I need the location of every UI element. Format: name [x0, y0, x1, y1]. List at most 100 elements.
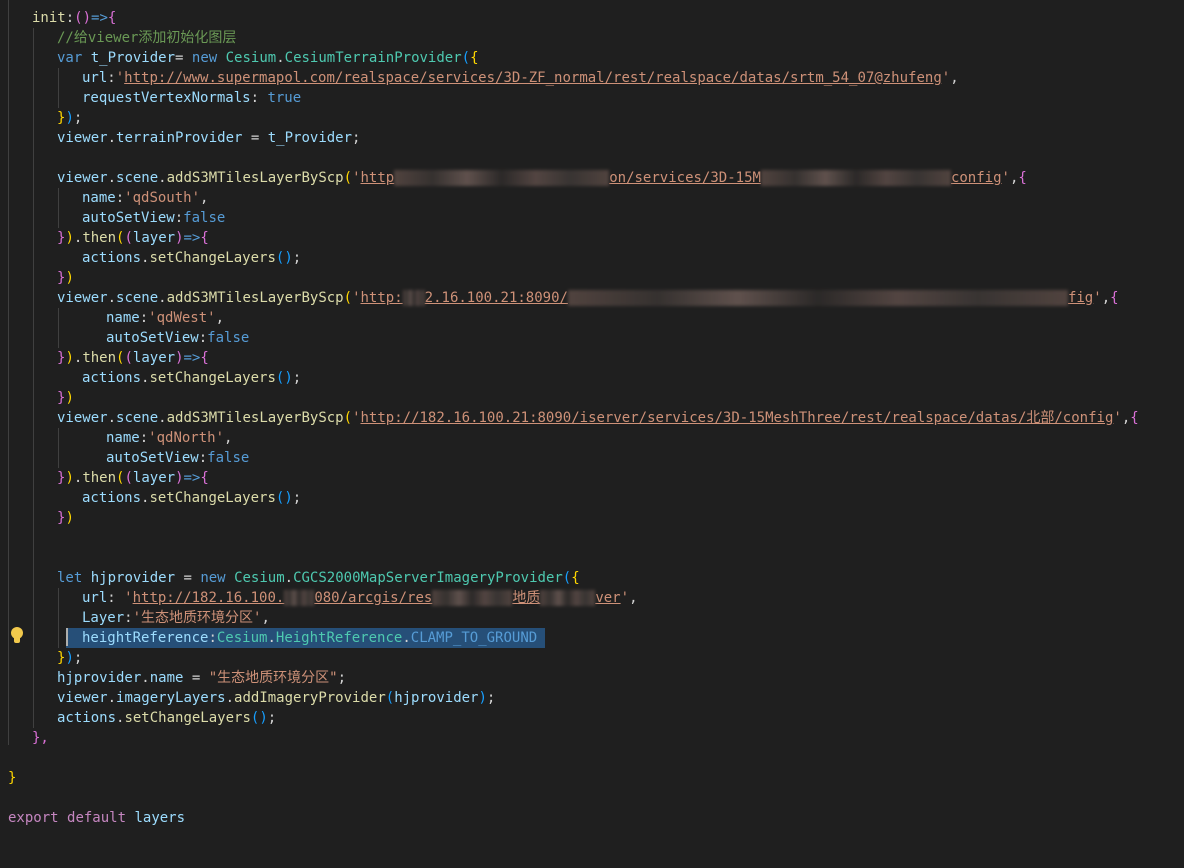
code-token: )	[65, 350, 74, 366]
code-line[interactable]: actions.setChangeLayers();	[0, 488, 301, 508]
redacted-blur	[394, 170, 610, 186]
redacted-blur	[432, 590, 513, 606]
code-line[interactable]: })	[0, 508, 74, 528]
code-token: then	[82, 230, 117, 246]
code-token: .	[276, 50, 285, 66]
code-line[interactable]: }).then((layer)=>{	[0, 348, 209, 368]
url-link[interactable]: 2.16.100.21:8090/	[425, 290, 568, 306]
code-token: :	[139, 310, 149, 326]
text-selection[interactable]: heightReference:Cesium.HeightReference.C…	[66, 628, 546, 648]
code-token: .	[284, 570, 294, 586]
code-line[interactable]: actions.setChangeLayers();	[0, 248, 301, 268]
code-comment: //给viewer添加初始化图层	[57, 30, 237, 46]
code-line[interactable]: requestVertexNormals: true	[0, 88, 301, 108]
code-token: '	[1113, 410, 1122, 426]
code-token: :	[107, 70, 116, 86]
code-line[interactable]: });	[0, 108, 82, 128]
code-line[interactable]: viewer.terrainProvider = t_Provider;	[0, 128, 360, 148]
code-line[interactable]: url: 'http://182.16.100. 080/arcgis/res 地质…	[0, 588, 638, 608]
code-token: ,	[200, 190, 209, 206]
code-line[interactable]: autoSetView:false	[0, 448, 249, 468]
code-token: imageryLayers	[116, 690, 226, 706]
code-token: viewer	[57, 690, 108, 706]
code-line[interactable]: hjprovider.name = "生态地质环境分区";	[0, 668, 346, 688]
url-link[interactable]: 080/arcgis/res	[314, 590, 432, 606]
code-token: setChangeLayers	[124, 710, 251, 726]
code-line[interactable]: export default layers	[0, 808, 185, 828]
code-line[interactable]: var t_Provider= new Cesium.CesiumTerrain…	[0, 48, 479, 68]
code-token: )	[175, 470, 184, 486]
lightbulb-icon[interactable]	[10, 627, 24, 645]
code-line[interactable]: name:'qdWest',	[0, 308, 224, 328]
code-token: addS3MTilesLayerByScp	[166, 290, 344, 306]
code-token: layer	[132, 470, 176, 486]
url-link[interactable]: config	[951, 170, 1002, 186]
url-link[interactable]: fig	[1068, 290, 1093, 306]
code-token: url	[82, 590, 108, 606]
code-token: addImageryProvider	[234, 690, 386, 706]
code-token: false	[183, 210, 226, 226]
url-link[interactable]: http	[361, 170, 395, 186]
code-token: name	[149, 670, 184, 686]
code-token: (	[343, 410, 353, 426]
code-line[interactable]: let hjprovider = new Cesium.CGCS2000MapS…	[0, 568, 580, 588]
code-line[interactable]: viewer.scene.addS3MTilesLayerByScp('http…	[0, 408, 1139, 428]
code-line[interactable]: //给viewer添加初始化图层	[0, 28, 236, 48]
code-token: setChangeLayers	[149, 370, 276, 386]
code-line[interactable]: }).then((layer)=>{	[0, 228, 209, 248]
code-token: viewer	[57, 170, 108, 186]
code-token: 'qdSouth'	[124, 190, 201, 206]
url-link[interactable]: http:	[361, 290, 403, 306]
code-token: Cesium	[234, 570, 285, 586]
url-link[interactable]: http://182.16.100.21:8090/iserver/servic…	[361, 410, 1114, 426]
code-token: .	[107, 410, 117, 426]
code-token: '	[352, 170, 361, 186]
code-line[interactable]: })	[0, 388, 74, 408]
code-token: :	[115, 190, 125, 206]
code-token: viewer	[57, 290, 108, 306]
code-token: new	[191, 50, 218, 66]
code-line[interactable]: url:'http://www.supermapol.com/realspace…	[0, 68, 959, 88]
code-token: (	[461, 50, 471, 66]
code-line[interactable]: name:'qdNorth',	[0, 428, 232, 448]
code-line[interactable]: viewer.scene.addS3MTilesLayerByScp('http…	[0, 168, 1027, 188]
code-token: layer	[132, 350, 176, 366]
code-line[interactable]: }	[0, 768, 34, 788]
code-line[interactable]: actions.setChangeLayers();	[0, 708, 276, 728]
code-token: {	[1130, 410, 1139, 426]
code-line[interactable]: viewer.scene.addS3MTilesLayerByScp('http…	[0, 288, 1119, 308]
code-token: {	[107, 10, 117, 26]
url-link[interactable]: http://182.16.100.	[133, 590, 285, 606]
code-line[interactable]: Layer:'生态地质环境分区',	[0, 608, 270, 628]
code-editor[interactable]: init:()=>{ //给viewer添加初始化图层 var t_Provid…	[0, 0, 1184, 837]
code-line[interactable]: },	[0, 728, 49, 748]
code-token: terrainProvider	[116, 130, 243, 146]
code-line[interactable]: autoSetView:false	[0, 208, 225, 228]
code-token: {	[200, 230, 209, 246]
code-line[interactable]: name:'qdSouth',	[0, 188, 208, 208]
code-line[interactable]: viewer.imageryLayers.addImageryProvider(…	[0, 688, 495, 708]
code-line[interactable]: });	[0, 648, 82, 668]
code-token: (	[124, 350, 133, 366]
indent-guide	[58, 588, 59, 648]
code-line[interactable]: })	[0, 268, 74, 288]
code-token: {	[200, 470, 209, 486]
code-line[interactable]: actions.setChangeLayers();	[0, 368, 301, 388]
code-token: var	[57, 50, 83, 66]
url-link[interactable]: on/services/3D-15M	[609, 170, 761, 186]
url-link[interactable]: http://www.supermapol.com/realspace/serv…	[124, 70, 942, 86]
code-token: {	[470, 50, 479, 66]
code-token: CLAMP_TO_GROUND	[410, 630, 538, 646]
url-link[interactable]: 地质	[512, 590, 540, 606]
code-line[interactable]: }).then((layer)=>{	[0, 468, 209, 488]
code-token: ()	[275, 490, 293, 506]
url-link[interactable]: ver	[595, 590, 620, 606]
code-token: false	[207, 330, 250, 346]
code-token: ()	[275, 250, 293, 266]
code-token: ;	[486, 690, 496, 706]
code-line[interactable]: init:()=>{	[0, 8, 116, 28]
code-token: :	[107, 590, 125, 606]
code-line[interactable]: autoSetView:false	[0, 328, 249, 348]
code-token: t_Provider	[267, 130, 353, 146]
code-token: (	[385, 690, 395, 706]
